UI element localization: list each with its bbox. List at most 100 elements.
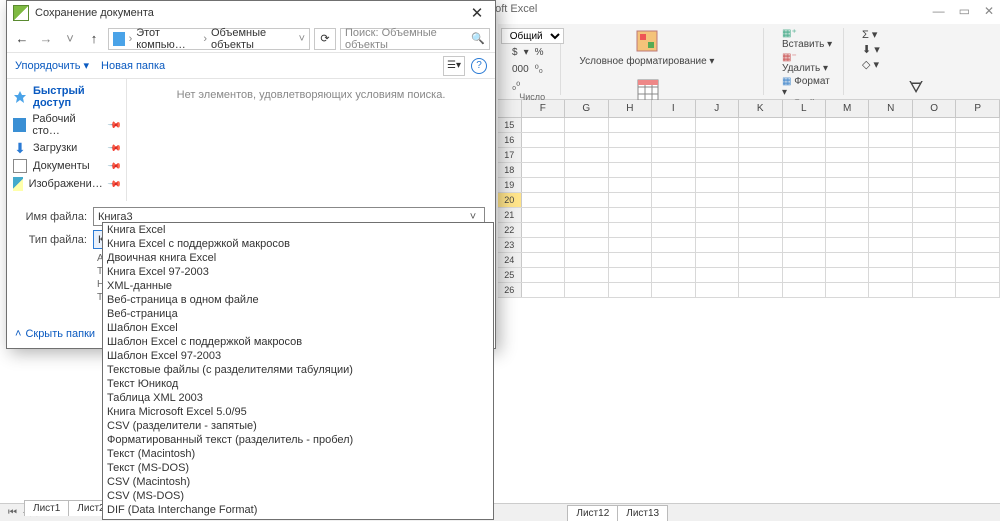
cell[interactable] <box>869 268 912 282</box>
cell[interactable] <box>783 193 826 207</box>
cell[interactable] <box>826 133 869 147</box>
cell[interactable] <box>783 238 826 252</box>
column-header[interactable]: G <box>565 100 608 117</box>
dialog-sidebar[interactable]: Быстрый доступРабочий сто…📌⬇Загрузки📌Док… <box>7 79 127 201</box>
cell[interactable] <box>956 118 999 132</box>
cell[interactable] <box>913 208 956 222</box>
cell[interactable] <box>956 163 999 177</box>
cell[interactable] <box>869 238 912 252</box>
organize-button[interactable]: Упорядочить ▾ <box>15 59 89 72</box>
row-header[interactable]: 23 <box>498 238 522 252</box>
row-header[interactable]: 21 <box>498 208 522 222</box>
cell[interactable] <box>565 223 608 237</box>
column-header[interactable]: N <box>869 100 912 117</box>
cell[interactable] <box>652 163 695 177</box>
cell[interactable] <box>522 238 565 252</box>
conditional-formatting-button[interactable]: Условное форматирование ▾ <box>579 28 714 67</box>
cell[interactable] <box>652 283 695 297</box>
row-header[interactable]: 24 <box>498 253 522 267</box>
cell[interactable] <box>739 178 782 192</box>
cell[interactable] <box>609 178 652 192</box>
cell[interactable] <box>696 208 739 222</box>
row-header[interactable]: 20 <box>498 193 522 207</box>
cell[interactable] <box>913 148 956 162</box>
cell[interactable] <box>783 148 826 162</box>
cell[interactable] <box>522 118 565 132</box>
breadcrumb[interactable]: › Этот компью… › Объемные объекты ˅ <box>108 28 310 50</box>
cell[interactable] <box>609 163 652 177</box>
filetype-option[interactable]: Веб-страница <box>103 307 493 321</box>
cell[interactable] <box>826 253 869 267</box>
fill-button[interactable]: ⬇ ▾ <box>862 43 880 56</box>
first-sheet-icon[interactable]: ⏮ <box>8 507 17 518</box>
cell[interactable] <box>739 118 782 132</box>
maximize-icon[interactable]: ▭ <box>959 4 970 18</box>
filetype-dropdown-list[interactable]: Книга ExcelКнига Excel с поддержкой макр… <box>102 222 494 520</box>
filetype-option[interactable]: Текст Юникод <box>103 377 493 391</box>
cell[interactable] <box>739 208 782 222</box>
thousands-icon[interactable]: 000 <box>512 64 529 75</box>
filetype-option[interactable]: CSV (MS-DOS) <box>103 489 493 503</box>
cell[interactable] <box>913 268 956 282</box>
cell[interactable] <box>696 253 739 267</box>
cell[interactable] <box>956 178 999 192</box>
cell[interactable] <box>783 208 826 222</box>
cell[interactable] <box>696 268 739 282</box>
row-header[interactable]: 26 <box>498 283 522 297</box>
new-folder-button[interactable]: Новая папка <box>101 60 165 72</box>
filetype-option[interactable]: Шаблон Excel <box>103 321 493 335</box>
cell[interactable] <box>956 268 999 282</box>
filetype-option[interactable]: Веб-страница в одном файле <box>103 293 493 307</box>
filetype-option[interactable]: SYLK (Symbolic Link) <box>103 517 493 520</box>
cell[interactable] <box>739 268 782 282</box>
cell[interactable] <box>565 133 608 147</box>
sheet-tab[interactable]: Лист12 <box>567 505 618 521</box>
sidebar-item[interactable]: Документы📌 <box>7 157 126 175</box>
cell[interactable] <box>565 268 608 282</box>
row-header[interactable]: 22 <box>498 223 522 237</box>
breadcrumb-dropdown-icon[interactable]: ˅ <box>299 33 305 45</box>
cell[interactable] <box>609 193 652 207</box>
filetype-option[interactable]: Текстовые файлы (с разделителями табуляц… <box>103 363 493 377</box>
cell[interactable] <box>869 193 912 207</box>
cell[interactable] <box>826 283 869 297</box>
filetype-option[interactable]: Книга Excel <box>103 223 493 237</box>
cell[interactable] <box>826 118 869 132</box>
row-header[interactable]: 25 <box>498 268 522 282</box>
cell[interactable] <box>826 268 869 282</box>
cell[interactable] <box>869 253 912 267</box>
cell[interactable] <box>913 118 956 132</box>
cell[interactable] <box>565 148 608 162</box>
dec-decimal-icon[interactable]: ₀⁰ <box>512 81 520 92</box>
insert-button[interactable]: ▦⁺ Вставить ▾ <box>782 28 835 50</box>
cell[interactable] <box>696 223 739 237</box>
sidebar-item[interactable]: Изображени…📌 <box>7 175 126 193</box>
cell[interactable] <box>869 118 912 132</box>
sheet-tab[interactable]: Лист13 <box>617 505 668 521</box>
cell[interactable] <box>783 178 826 192</box>
cell[interactable] <box>696 118 739 132</box>
close-icon[interactable]: ✕ <box>984 4 994 18</box>
cell[interactable] <box>956 238 999 252</box>
currency-icon[interactable]: $ <box>512 47 518 58</box>
cell[interactable] <box>956 193 999 207</box>
cell[interactable] <box>826 208 869 222</box>
cell[interactable] <box>956 148 999 162</box>
cell[interactable] <box>522 253 565 267</box>
cell[interactable] <box>913 193 956 207</box>
cell[interactable] <box>696 283 739 297</box>
cell[interactable] <box>609 208 652 222</box>
cell[interactable] <box>522 193 565 207</box>
inc-decimal-icon[interactable]: ⁰₀ <box>535 64 543 75</box>
filetype-option[interactable]: Текст (Macintosh) <box>103 447 493 461</box>
column-header[interactable]: J <box>696 100 739 117</box>
filetype-option[interactable]: CSV (Macintosh) <box>103 475 493 489</box>
filetype-option[interactable]: Шаблон Excel 97-2003 <box>103 349 493 363</box>
cell[interactable] <box>869 148 912 162</box>
cell[interactable] <box>739 193 782 207</box>
cell[interactable] <box>956 208 999 222</box>
filetype-option[interactable]: DIF (Data Interchange Format) <box>103 503 493 517</box>
cell[interactable] <box>522 133 565 147</box>
row-header[interactable]: 15 <box>498 118 522 132</box>
sidebar-item[interactable]: ⬇Загрузки📌 <box>7 139 126 157</box>
